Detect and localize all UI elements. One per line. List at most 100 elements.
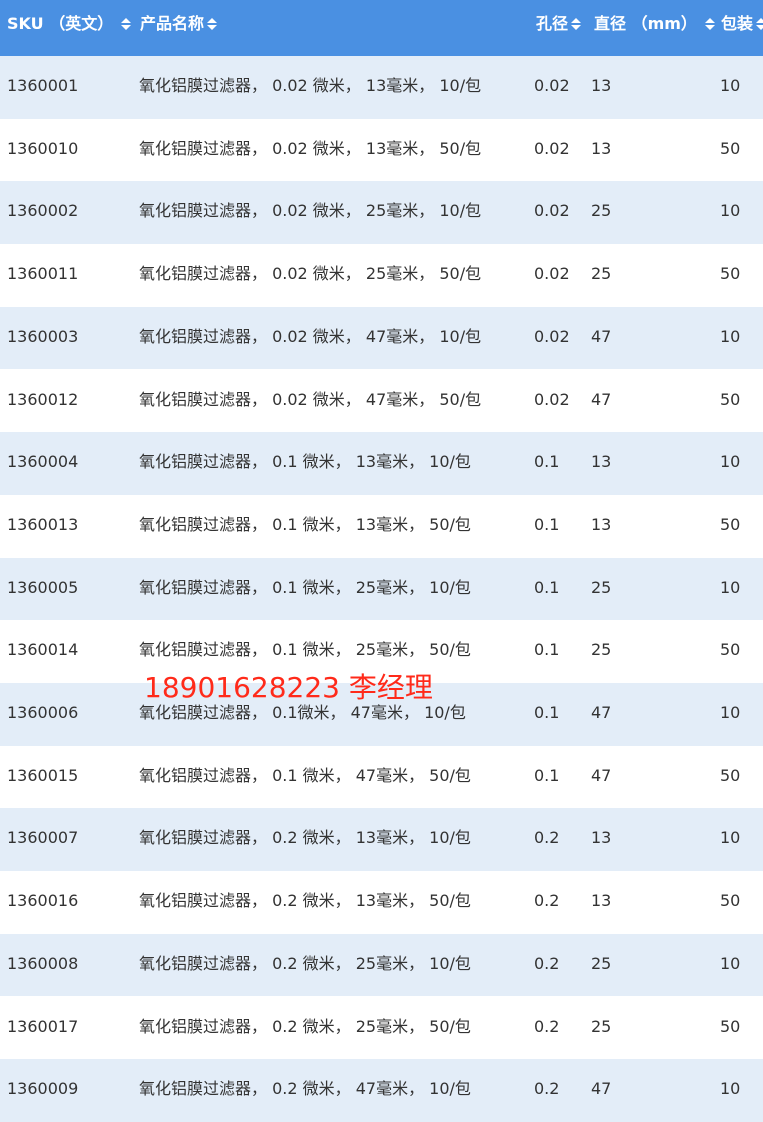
cell-sku: 1360010	[7, 138, 79, 158]
cell-pack-size: 50	[720, 640, 741, 660]
cell-sku: 1360005	[7, 577, 79, 597]
table-row[interactable]: 1360009 氧化铝膜过滤器， 0.2 微米， 47毫米， 10/包 0.2 47 1…	[0, 1059, 763, 1122]
table-row[interactable]: 1360004 氧化铝膜过滤器， 0.1 微米， 13毫米， 10/包 0.1 13 1…	[0, 432, 763, 495]
cell-pack-size: 50	[720, 264, 741, 284]
table-row[interactable]: 1360010 氧化铝膜过滤器， 0.02 微米， 13毫米， 50/包 0.02 1…	[0, 118, 763, 182]
cell-product-name: 氧化铝膜过滤器， 0.1 微米， 47毫米， 50/包	[139, 765, 471, 785]
cell-pore-size: 0.1	[534, 703, 560, 722]
cell-pack-size: 10	[720, 577, 741, 597]
cell-product-name: 氧化铝膜过滤器， 0.2 微米， 25毫米， 50/包	[139, 1016, 471, 1036]
cell-pore-size: 0.02	[534, 201, 570, 221]
table-row[interactable]: 1360001 氧化铝膜过滤器， 0.02 微米， 13毫米， 10/包 0.02 1…	[0, 56, 763, 119]
cell-product-name: 氧化铝膜过滤器， 0.02 微米， 47毫米， 10/包	[139, 326, 482, 346]
table-row[interactable]: 1360005 氧化铝膜过滤器， 0.1 微米， 25毫米， 10/包 0.1 25 1…	[0, 557, 763, 621]
cell-pack-size: 50	[720, 891, 741, 911]
cell-pack-size: 50	[720, 138, 741, 158]
cell-diameter: 25	[591, 201, 612, 221]
cell-pack-size: 50	[720, 765, 741, 785]
cell-pore-size: 0.1	[534, 452, 560, 472]
cell-product-name: 氧化铝膜过滤器， 0.2 微米， 13毫米， 50/包	[139, 891, 471, 911]
column-header-diameter-label: 直径 （mm）	[594, 14, 697, 33]
cell-product-name: 氧化铝膜过滤器， 0.02 微米， 13毫米， 10/包	[139, 76, 482, 95]
cell-diameter: 47	[591, 703, 612, 722]
cell-pack-size: 10	[720, 703, 741, 722]
table-row[interactable]: 1360003 氧化铝膜过滤器， 0.02 微米， 47毫米， 10/包 0.02 4…	[0, 306, 763, 370]
cell-sku: 1360017	[7, 1016, 79, 1036]
column-header-pack-label: 包装	[721, 14, 754, 33]
table-row[interactable]: 1360016 氧化铝膜过滤器， 0.2 微米， 13毫米， 50/包 0.2 13 5…	[0, 871, 763, 934]
cell-diameter: 25	[591, 640, 612, 660]
cell-diameter: 13	[591, 514, 612, 534]
cell-pack-size: 50	[720, 514, 741, 534]
sort-arrows-icon[interactable]	[207, 17, 218, 31]
cell-pore-size: 0.1	[534, 640, 560, 660]
table-row[interactable]: 1360012 氧化铝膜过滤器， 0.02 微米， 47毫米， 50/包 0.02 4…	[0, 369, 763, 433]
cell-product-name: 氧化铝膜过滤器， 0.02 微米， 25毫米， 10/包	[139, 201, 482, 221]
cell-pore-size: 0.02	[534, 326, 570, 346]
cell-sku: 1360004	[7, 452, 79, 472]
cell-sku: 1360014	[7, 640, 79, 660]
cell-sku: 1360008	[7, 953, 79, 973]
cell-pore-size: 0.02	[534, 264, 570, 284]
cell-diameter: 25	[591, 264, 612, 284]
cell-diameter: 13	[591, 891, 612, 911]
cell-pore-size: 0.2	[534, 891, 560, 911]
cell-pore-size: 0.1	[534, 514, 560, 534]
cell-diameter: 13	[591, 76, 612, 95]
cell-pore-size: 0.1	[534, 765, 560, 785]
cell-diameter: 25	[591, 1016, 612, 1036]
cell-diameter: 47	[591, 765, 612, 785]
cell-sku: 1360006	[7, 703, 79, 722]
column-header-sku[interactable]: SKU （英文）	[7, 0, 132, 48]
cell-product-name: 氧化铝膜过滤器， 0.02 微米， 47毫米， 50/包	[139, 389, 482, 409]
cell-pack-size: 10	[720, 201, 741, 221]
cell-sku: 1360002	[7, 201, 79, 221]
column-header-pore[interactable]: 孔径	[536, 0, 582, 48]
table-row[interactable]: 1360017 氧化铝膜过滤器， 0.2 微米， 25毫米， 50/包 0.2 25 5…	[0, 996, 763, 1060]
sort-arrows-icon[interactable]	[571, 17, 582, 31]
cell-pack-size: 10	[720, 953, 741, 973]
table-row[interactable]: 1360011 氧化铝膜过滤器， 0.02 微米， 25毫米， 50/包 0.02 2…	[0, 244, 763, 307]
cell-pore-size: 0.2	[534, 953, 560, 973]
cell-product-name: 氧化铝膜过滤器， 0.1 微米， 13毫米， 50/包	[139, 514, 471, 534]
column-header-name-label: 产品名称	[140, 14, 205, 33]
cell-sku: 1360007	[7, 828, 79, 848]
cell-sku: 1360009	[7, 1079, 79, 1099]
cell-product-name: 氧化铝膜过滤器， 0.02 微米， 25毫米， 50/包	[139, 264, 482, 284]
table-row[interactable]: 1360015 氧化铝膜过滤器， 0.1 微米， 47毫米， 50/包 0.1 47 5…	[0, 745, 763, 809]
column-header-diameter[interactable]: 直径 （mm）	[594, 0, 715, 48]
sort-arrows-icon[interactable]	[756, 17, 763, 31]
cell-product-name: 氧化铝膜过滤器， 0.02 微米， 13毫米， 50/包	[139, 138, 482, 158]
cell-pack-size: 10	[720, 452, 741, 472]
cell-pack-size: 10	[720, 76, 741, 95]
cell-diameter: 13	[591, 452, 612, 472]
cell-pack-size: 10	[720, 326, 741, 346]
contact-overlay-text: 18901628223 李经理	[144, 671, 433, 704]
cell-diameter: 25	[591, 577, 612, 597]
cell-diameter: 13	[591, 828, 612, 848]
cell-pore-size: 0.02	[534, 389, 570, 409]
table-row[interactable]: 1360007 氧化铝膜过滤器， 0.2 微米， 13毫米， 10/包 0.2 13 1…	[0, 808, 763, 872]
table-row[interactable]: 1360013 氧化铝膜过滤器， 0.1 微米， 13毫米， 50/包 0.1 13 5…	[0, 494, 763, 558]
cell-pore-size: 0.2	[534, 1016, 560, 1036]
table-row[interactable]: 1360002 氧化铝膜过滤器， 0.02 微米， 25毫米， 10/包 0.02 2…	[0, 181, 763, 245]
cell-pore-size: 0.2	[534, 1079, 560, 1099]
sort-arrows-icon[interactable]	[704, 17, 715, 31]
table-row[interactable]: 1360008 氧化铝膜过滤器， 0.2 微米， 25毫米， 10/包 0.2 25 1…	[0, 933, 763, 997]
column-header-pack[interactable]: 包装	[721, 0, 763, 48]
cell-product-name: 氧化铝膜过滤器， 0.1 微米， 13毫米， 10/包	[139, 452, 471, 472]
sort-arrows-icon[interactable]	[121, 17, 132, 31]
cell-sku: 1360012	[7, 389, 79, 409]
column-header-name[interactable]: 产品名称	[140, 0, 218, 48]
cell-pack-size: 50	[720, 389, 741, 409]
cell-diameter: 47	[591, 326, 612, 346]
cell-sku: 1360015	[7, 765, 79, 785]
cell-product-name: 氧化铝膜过滤器， 0.1 微米， 25毫米， 10/包	[139, 577, 471, 597]
cell-sku: 1360011	[7, 264, 79, 284]
cell-sku: 1360013	[7, 514, 79, 534]
cell-pore-size: 0.02	[534, 76, 570, 95]
cell-pore-size: 0.1	[534, 577, 560, 597]
cell-product-name: 氧化铝膜过滤器， 0.2 微米， 25毫米， 10/包	[139, 953, 471, 973]
table-header: SKU （英文） 产品名称 孔径 直径 （mm） 包装	[0, 0, 763, 56]
cell-sku: 1360016	[7, 891, 79, 911]
